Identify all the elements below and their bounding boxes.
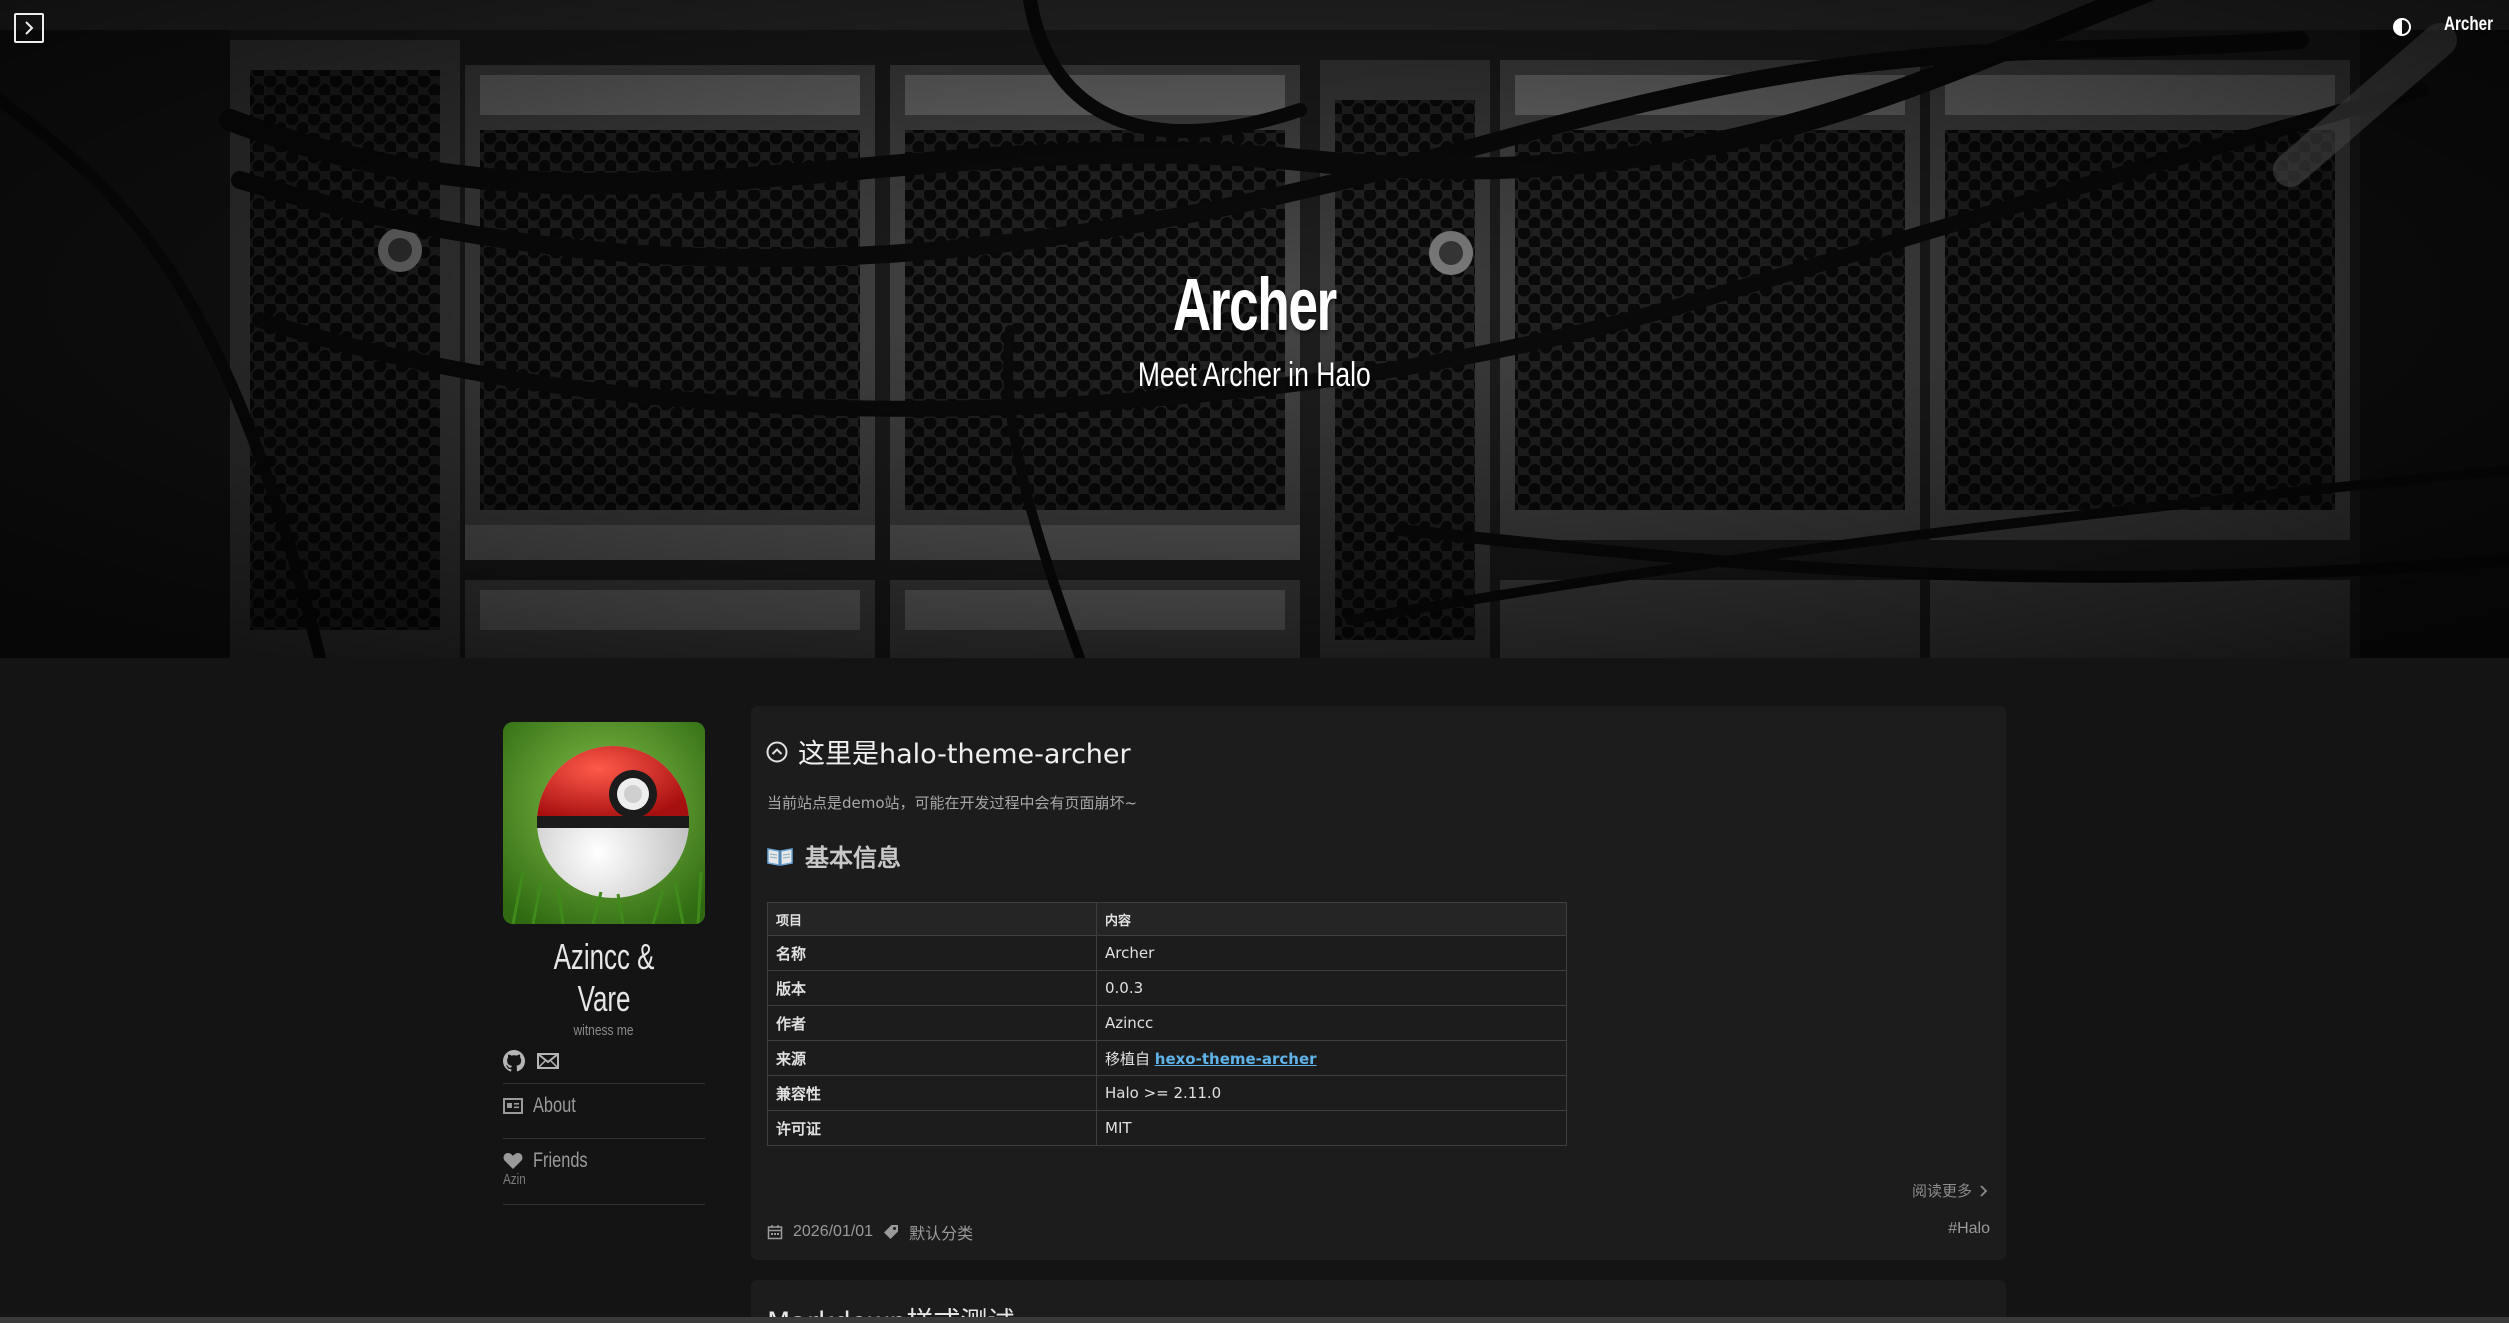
avatar (503, 722, 705, 924)
table-row: 兼容性 Halo >= 2.11.0 (767, 1075, 1567, 1111)
table-header: 内容 (1096, 902, 1567, 936)
post-card: 这里是halo-theme-archer 当前站点是demo站，可能在开发过程中… (751, 706, 2006, 1260)
table-cell-value: Halo >= 2.11.0 (1096, 1075, 1567, 1111)
sidebar-item-about[interactable]: About (503, 1084, 705, 1128)
table-row: 名称 Archer (767, 935, 1567, 971)
profile-sidebar: Azincc & Vare witness me About Friends A… (503, 722, 705, 1205)
open-book-icon (767, 847, 793, 866)
table-cell-key: 来源 (767, 1040, 1097, 1076)
table-cell-key: 兼容性 (767, 1075, 1097, 1111)
table-row: 版本 0.0.3 (767, 970, 1567, 1006)
calendar-icon (767, 1225, 783, 1240)
site-subtitle: Meet Archer in Halo (1138, 356, 1371, 394)
table-header-row: 项目 内容 (767, 902, 1567, 936)
section-heading: 基本信息 (767, 838, 901, 873)
brand-link[interactable]: Archer (2444, 14, 2505, 36)
table-cell-value: MIT (1096, 1110, 1567, 1146)
source-link[interactable]: hexo-theme-archer (1155, 1050, 1317, 1068)
table-cell-value: Azincc (1096, 1005, 1567, 1041)
source-prefix: 移植自 (1105, 1049, 1155, 1068)
table-cell-value: 移植自 hexo-theme-archer (1096, 1040, 1567, 1076)
sidebar-item-label: About (533, 1094, 576, 1117)
info-table: 项目 内容 名称 Archer 版本 0.0.3 作者 Azincc 来源 移植… (767, 902, 1567, 1146)
table-cell-value: Archer (1096, 935, 1567, 971)
social-links (503, 1049, 705, 1073)
tag-icon (884, 1225, 899, 1239)
table-header: 项目 (767, 902, 1097, 936)
table-row: 作者 Azincc (767, 1005, 1567, 1041)
read-more-text: 阅读更多 (1911, 1182, 1972, 1200)
sidebar-item-sublabel: Azin (503, 1171, 526, 1188)
post-category[interactable]: 默认分类 (909, 1220, 973, 1244)
post-title[interactable]: 这里是halo-theme-archer (766, 732, 1131, 771)
table-cell-key: 作者 (767, 1005, 1097, 1041)
chevron-right-icon (25, 21, 34, 35)
table-row: 许可证 MIT (767, 1110, 1567, 1146)
sidebar-item-label: Friends (533, 1149, 588, 1172)
table-cell-key: 版本 (767, 970, 1097, 1006)
horizontal-scrollbar[interactable] (0, 1317, 2509, 1323)
post-date: 2026/01/01 (793, 1223, 874, 1240)
id-card-icon (503, 1098, 523, 1114)
author-name: Azincc & Vare (553, 936, 655, 1019)
chevron-right-icon (1980, 1184, 1988, 1197)
github-icon[interactable] (503, 1050, 525, 1072)
theme-toggle-icon[interactable] (2393, 18, 2411, 36)
author-bio: witness me (573, 1022, 635, 1039)
chevron-up-circle-icon (766, 741, 788, 762)
table-cell-value: 0.0.3 (1096, 970, 1567, 1006)
table-cell-key: 许可证 (767, 1110, 1097, 1146)
section-heading-text: 基本信息 (805, 844, 901, 872)
sidebar-toggle-button[interactable] (14, 13, 44, 43)
post-description: 当前站点是demo站，可能在开发过程中会有页面崩坏~ (767, 794, 1138, 812)
email-icon[interactable] (537, 1052, 559, 1070)
sidebar-divider (503, 1204, 705, 1205)
heart-icon (503, 1153, 523, 1169)
post-meta: 2026/01/01 默认分类 (767, 1220, 973, 1244)
pokeball-avatar-image (503, 722, 705, 924)
table-row: 来源 移植自 hexo-theme-archer (767, 1040, 1567, 1076)
site-title: Archer (1172, 263, 1338, 346)
hero-banner: Archer Meet Archer in Halo Archer (0, 0, 2509, 658)
post-title-text: 这里是halo-theme-archer (798, 739, 1131, 770)
read-more-link[interactable]: 阅读更多 (1912, 1180, 1988, 1201)
table-cell-key: 名称 (767, 935, 1097, 971)
post-tag[interactable]: #Halo (1948, 1220, 1990, 1238)
